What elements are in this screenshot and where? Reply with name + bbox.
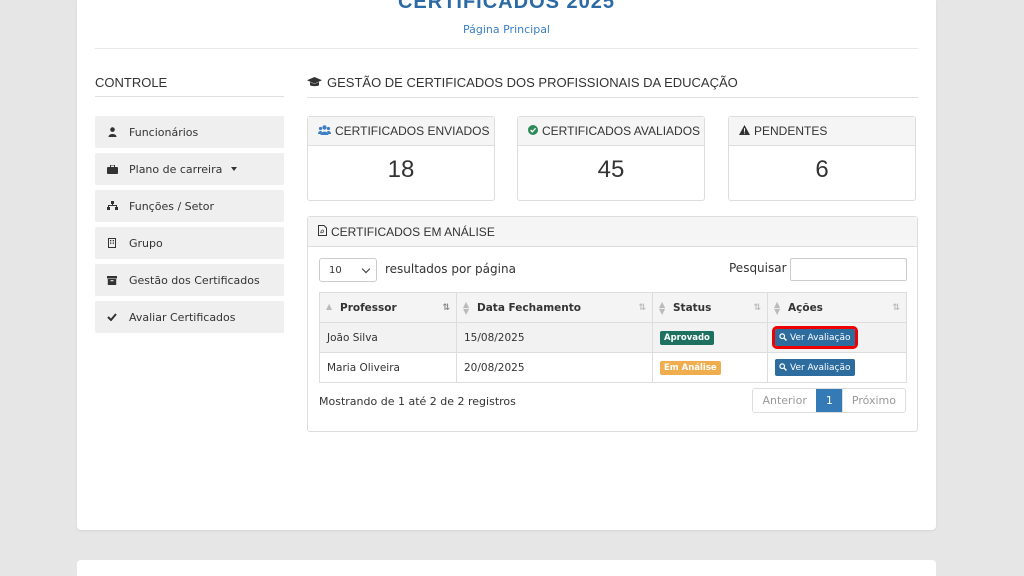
view-evaluation-button[interactable]: Ver Avaliação: [775, 359, 855, 376]
pagination-page-1[interactable]: 1: [815, 389, 842, 412]
page-title: CERTIFICADOS 2025: [397, 0, 616, 13]
check-icon: [105, 313, 119, 321]
building-icon: [105, 238, 119, 248]
sidebar-item-label: Gestão dos Certificados: [129, 273, 260, 287]
page-length-select[interactable]: 10: [319, 258, 377, 282]
warning-icon: [739, 124, 750, 138]
page-length-value: 10: [329, 264, 342, 276]
header-divider: [95, 48, 918, 49]
stat-label: PENDENTES: [754, 124, 828, 138]
certificates-table: ▲ Professor ⇅ ▲ ▼ Data Fechamento ⇅ ▲ ▼ St…: [319, 292, 907, 383]
sort-icon: ⇅: [753, 303, 761, 313]
sidebar-item-label: Grupo: [129, 236, 163, 250]
panel-title: CERTIFICADOS EM ANÁLISE: [331, 224, 495, 239]
caret-down-icon: [231, 167, 238, 171]
sidebar-item-funcoes-setor[interactable]: Funções / Setor: [95, 190, 284, 222]
table-info: Mostrando de 1 até 2 de 2 registros: [319, 395, 516, 408]
column-header-professor[interactable]: ▲ Professor ⇅: [319, 292, 457, 323]
certificates-panel: CERTIFICADOS EM ANÁLISE 10 resultados po…: [307, 216, 918, 432]
stat-card-enviados: CERTIFICADOS ENVIADOS 18: [307, 116, 495, 201]
sort-up-icon: ▲: [326, 302, 333, 311]
stat-value: 45: [597, 156, 625, 183]
stat-value: 18: [387, 156, 415, 183]
stat-value: 6: [815, 156, 829, 183]
graduation-cap-icon: [307, 76, 322, 90]
sidebar-item-label: Avaliar Certificados: [129, 310, 236, 324]
user-icon: [105, 127, 119, 137]
sidebar-title: CONTROLE: [95, 75, 168, 90]
sidebar-item-grupo[interactable]: Grupo: [95, 227, 284, 259]
status-badge: Aprovado: [660, 330, 714, 345]
stat-label: CERTIFICADOS AVALIADOS: [542, 124, 701, 138]
footer-card: [77, 560, 936, 576]
sort-icon: ▲ ▼: [774, 300, 781, 316]
section-divider: [307, 97, 918, 98]
column-header-data-fechamento[interactable]: ▲ ▼ Data Fechamento ⇅: [456, 292, 653, 323]
sidebar-item-label: Funções / Setor: [129, 199, 214, 213]
stat-label: CERTIFICADOS ENVIADOS: [335, 124, 490, 138]
sort-icon: ▲ ▼: [463, 300, 470, 316]
sidebar-menu: Funcionários Plano de carreira Funções /…: [95, 116, 284, 338]
table-row: Maria Oliveira 20/08/2025 Em Análise Ver…: [319, 352, 907, 383]
column-header-status[interactable]: ▲ ▼ Status ⇅: [652, 292, 768, 323]
page-length-label: resultados por página: [385, 262, 516, 276]
sidebar-divider: [95, 96, 284, 97]
search-input[interactable]: [790, 258, 907, 281]
briefcase-icon: [105, 164, 119, 174]
sort-icon: ⇅: [638, 303, 646, 313]
sidebar-item-funcionarios[interactable]: Funcionários: [95, 116, 284, 148]
users-icon: [318, 124, 331, 138]
cell-professor: Maria Oliveira: [319, 352, 457, 383]
cell-professor: João Silva: [319, 322, 457, 353]
sidebar-item-avaliar-certificados[interactable]: Avaliar Certificados: [95, 301, 284, 333]
sidebar-item-gestao-certificados[interactable]: Gestão dos Certificados: [95, 264, 284, 296]
stat-card-pendentes: PENDENTES 6: [728, 116, 916, 201]
check-circle-icon: [528, 124, 538, 138]
sort-icon: ▲ ▼: [659, 300, 666, 316]
cell-date: 15/08/2025: [456, 322, 653, 353]
search-icon: [779, 332, 787, 343]
table-row: João Silva 15/08/2025 Aprovado Ver Avali…: [319, 322, 907, 353]
search-icon: [779, 362, 787, 373]
column-header-acoes[interactable]: ▲ ▼ Ações ⇅: [767, 292, 907, 323]
pagination-prev[interactable]: Anterior: [753, 389, 816, 412]
sidebar-item-label: Plano de carreira: [129, 162, 223, 176]
view-evaluation-button[interactable]: Ver Avaliação: [772, 326, 858, 349]
main-card: CERTIFICADOS 2025 Página Principal CONTR…: [77, 0, 936, 530]
section-title-text: GESTÃO DE CERTIFICADOS DOS PROFISSIONAIS…: [327, 75, 738, 90]
section-title: GESTÃO DE CERTIFICADOS DOS PROFISSIONAIS…: [307, 75, 738, 90]
sort-icon: ⇅: [442, 303, 450, 313]
pagination-next[interactable]: Próximo: [841, 389, 905, 412]
sidebar-item-plano-de-carreira[interactable]: Plano de carreira: [95, 153, 284, 185]
file-pdf-icon: [318, 224, 327, 239]
sort-icon: ⇅: [892, 303, 900, 313]
pagination: Anterior 1 Próximo: [752, 388, 906, 413]
stat-card-avaliados: CERTIFICADOS AVALIADOS 45: [517, 116, 705, 201]
search-label: Pesquisar: [729, 261, 787, 275]
sidebar-item-label: Funcionários: [129, 125, 199, 139]
sitemap-icon: [105, 201, 119, 211]
chevron-down-icon: [361, 264, 371, 274]
status-badge: Em Análise: [660, 360, 721, 375]
archive-icon: [105, 275, 119, 285]
home-link[interactable]: Página Principal: [77, 23, 936, 36]
cell-date: 20/08/2025: [456, 352, 653, 383]
